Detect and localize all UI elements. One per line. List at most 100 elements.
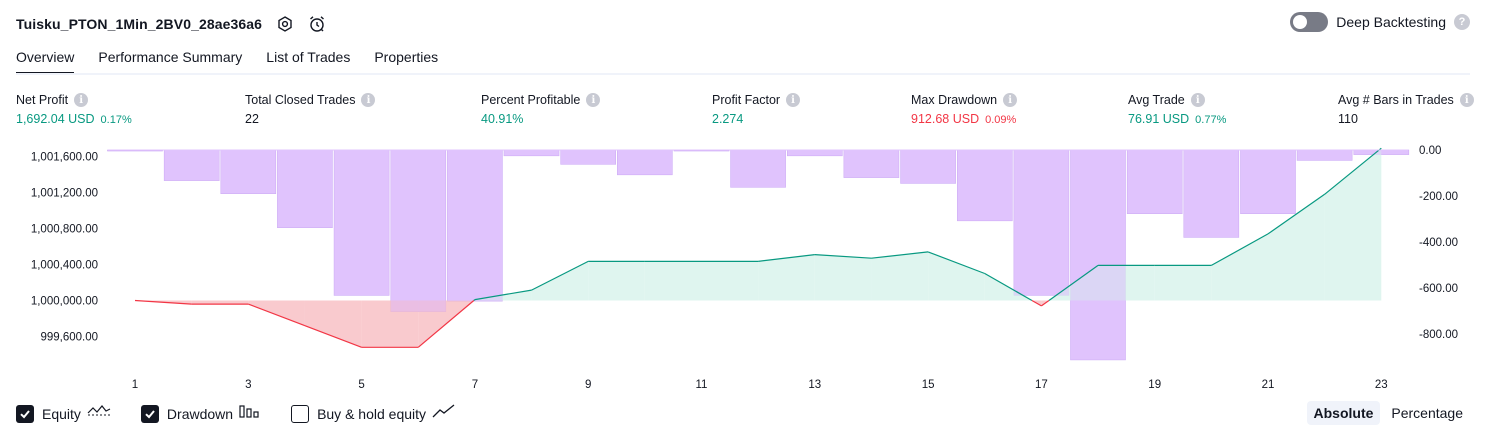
drawdown-bar-overlay <box>1183 150 1239 238</box>
metric-value: 76.91 USD <box>1128 112 1190 126</box>
metric-value: 2.274 <box>712 112 744 126</box>
equity-area-fill <box>928 251 985 301</box>
legend-buy-hold[interactable]: Buy & hold equity <box>291 403 456 424</box>
deep-backtesting-control: Deep Backtesting ? <box>1290 12 1470 32</box>
left-axis-tick-label: 999,600.00 <box>40 332 98 344</box>
strategy-header: Tuisku_PTON_1Min_2BV0_28ae36a6 Deep Back… <box>16 10 1470 38</box>
deep-backtesting-toggle[interactable] <box>1290 12 1329 32</box>
x-axis-tick-label: 9 <box>585 379 591 391</box>
deep-backtesting-label: Deep Backtesting <box>1336 14 1446 30</box>
buy-hold-line-icon <box>432 403 456 424</box>
x-axis-tick-label: 11 <box>696 379 708 391</box>
x-axis-tick-label: 23 <box>1375 379 1388 391</box>
metrics-row: Net Profit i 1,692.04 USD 0.17% Total Clos… <box>0 93 1486 133</box>
info-icon[interactable]: i <box>74 93 89 107</box>
equity-area-fill <box>644 261 702 301</box>
legend-equity[interactable]: Equity <box>16 403 111 424</box>
tab-overview[interactable]: Overview <box>16 46 75 75</box>
drawdown-bar-overlay <box>164 150 220 181</box>
drawdown-bar-overlay <box>787 150 843 156</box>
right-axis-tick-label: -600.00 <box>1419 283 1458 295</box>
info-icon[interactable]: i <box>586 93 601 107</box>
metric-percent: 0.77% <box>1195 114 1227 126</box>
metric-label: Avg # Bars in Trades <box>1338 93 1454 107</box>
buy-hold-checkbox[interactable] <box>291 404 310 423</box>
x-axis-tick-label: 1 <box>132 379 138 391</box>
tab-list-of-trades[interactable]: List of Trades <box>266 46 350 75</box>
metric-avg-bars-in-trades: Avg # Bars in Trades i 110 <box>1338 93 1474 126</box>
legend-label: Drawdown <box>166 405 234 422</box>
x-axis-tick-label: 13 <box>808 379 821 391</box>
legend-label: Buy & hold equity <box>317 405 427 422</box>
equity-area-fill <box>701 261 759 301</box>
alarm-clock-icon[interactable] <box>308 15 326 33</box>
metric-net-profit: Net Profit i 1,692.04 USD 0.17% <box>16 93 132 126</box>
percentage-button[interactable]: Percentage <box>1384 401 1470 425</box>
metric-value: 110 <box>1338 112 1358 126</box>
drawdown-bar-overlay <box>277 150 333 228</box>
drawdown-bar-overlay <box>1013 150 1069 296</box>
x-axis-tick-label: 21 <box>1262 379 1275 391</box>
metric-profit-factor: Profit Factor i 2.274 <box>712 93 801 126</box>
drawdown-bar-overlay <box>390 150 446 312</box>
x-axis-tick-label: 3 <box>245 379 251 391</box>
left-axis-tick-label: 1,000,400.00 <box>31 260 98 272</box>
drawdown-bar-overlay <box>900 150 956 184</box>
drawdown-bar-overlay <box>1127 150 1183 214</box>
x-axis-tick-label: 15 <box>922 379 935 391</box>
info-icon[interactable]: i <box>1459 93 1474 107</box>
metric-value: 1,692.04 USD <box>16 112 95 126</box>
metric-percent: 0.17% <box>100 114 132 126</box>
equity-area-fill <box>814 254 872 301</box>
left-axis-tick-label: 1,000,000.00 <box>31 296 98 308</box>
info-icon[interactable]: i <box>786 93 801 107</box>
metric-label: Total Closed Trades <box>245 93 356 107</box>
drawdown-bar-overlay <box>560 150 616 165</box>
equity-line-segment <box>473 299 476 301</box>
drawdown-bar-overlay <box>334 150 390 296</box>
equity-drawdown-chart[interactable]: 999,600.00 1,000,000.00 1,000,400.00 1,000,… <box>0 140 1486 395</box>
drawdown-bar-overlay <box>957 150 1013 221</box>
drawdown-bar-overlay <box>220 150 276 194</box>
equity-icon <box>87 403 111 424</box>
legend-drawdown[interactable]: Drawdown <box>140 403 261 424</box>
x-axis-tick-label: 19 <box>1148 379 1161 391</box>
drawdown-bars-icon <box>239 403 261 424</box>
drawdown-checkbox[interactable] <box>140 404 159 423</box>
x-axis-tick-label: 7 <box>472 379 478 391</box>
drawdown-bar-overlay <box>843 150 899 178</box>
absolute-button[interactable]: Absolute <box>1306 401 1381 425</box>
metric-max-drawdown: Max Drawdown i 912.68 USD 0.09% <box>911 93 1018 126</box>
drawdown-bar-overlay <box>1070 150 1126 360</box>
metric-label: Net Profit <box>16 93 69 107</box>
equity-checkbox[interactable] <box>16 404 34 423</box>
report-tabs: Overview Performance Summary List of Tra… <box>16 46 462 75</box>
info-icon[interactable]: i <box>361 93 376 107</box>
metric-value: 912.68 USD <box>911 112 980 126</box>
equity-area-fill <box>1211 233 1268 301</box>
chart-legend: Equity Drawdown Buy & hold equity <box>16 403 486 424</box>
metric-label: Avg Trade <box>1128 93 1185 107</box>
info-icon[interactable]: i <box>1190 93 1205 107</box>
metric-total-closed-trades: Total Closed Trades i 22 <box>245 93 376 126</box>
right-axis-tick-label: 0.00 <box>1419 145 1441 157</box>
help-icon[interactable]: ? <box>1454 14 1470 30</box>
tab-performance-summary[interactable]: Performance Summary <box>98 46 242 75</box>
metric-label: Max Drawdown <box>911 93 998 107</box>
x-axis-tick-label: 5 <box>358 379 364 391</box>
equity-area-fill <box>531 261 589 301</box>
metric-label: Percent Profitable <box>481 93 581 107</box>
drawdown-bar-overlay <box>1297 150 1353 161</box>
info-icon[interactable]: i <box>1003 93 1018 107</box>
x-axis-tick-label: 17 <box>1035 379 1048 391</box>
settings-icon[interactable] <box>276 15 294 33</box>
metric-label: Profit Factor <box>712 93 781 107</box>
scale-mode-switch: Absolute Percentage <box>1306 401 1471 425</box>
right-axis-tick-label: -800.00 <box>1419 329 1458 341</box>
tab-properties[interactable]: Properties <box>374 46 438 75</box>
legend-label: Equity <box>42 405 81 422</box>
drawdown-bar-overlay <box>447 150 503 302</box>
equity-area-fill <box>1154 265 1212 301</box>
metric-percent-profitable: Percent Profitable i 40.91% <box>481 93 601 126</box>
toggle-knob <box>1293 15 1308 29</box>
